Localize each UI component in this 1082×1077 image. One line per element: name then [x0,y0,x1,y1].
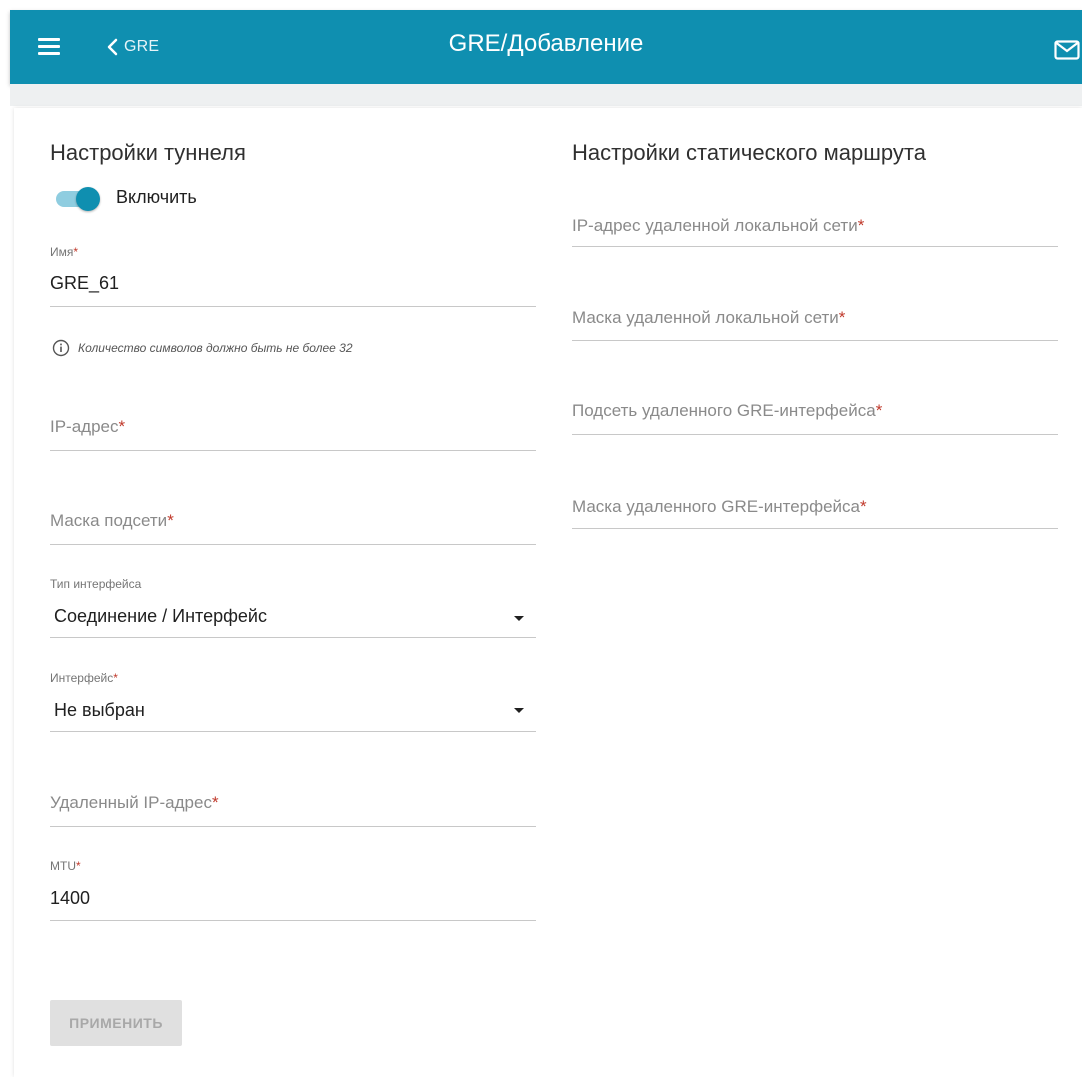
top-bar: GRE GRE/Добавление [10,10,1082,84]
mtu-value: 1400 [50,888,91,908]
interface-type-value: Соединение / Интерфейс [54,606,267,626]
remote-lan-mask-placeholder: Маска удаленной локальной сети* [572,308,846,327]
name-field[interactable]: Имя* GRE_61 [50,242,536,307]
remote-gre-subnet-field[interactable]: Подсеть удаленного GRE-интерфейса* [572,384,1058,435]
ip-address-field[interactable]: IP-адрес* [50,400,536,451]
interface-type-select[interactable]: Тип интерфейса Соединение / Интерфейс [50,574,536,638]
mail-icon[interactable] [1054,40,1080,60]
toggle-knob [76,187,100,211]
dropdown-caret-icon [514,616,524,621]
name-field-value: GRE_61 [50,273,120,293]
page-title: GRE/Добавление [448,30,644,57]
mtu-field[interactable]: MTU* 1400 [50,856,536,921]
apply-button[interactable]: ПРИМЕНИТЬ [50,1000,182,1046]
subnet-mask-placeholder: Маска подсети* [50,511,174,530]
info-icon [52,339,70,357]
remote-lan-ip-field[interactable]: IP-адрес удаленной локальной сети* [572,196,1058,247]
interface-type-label: Тип интерфейса [50,577,142,591]
remote-gre-subnet-placeholder: Подсеть удаленного GRE-интерфейса* [572,401,883,420]
remote-gre-mask-placeholder: Маска удаленного GRE-интерфейса* [572,497,867,516]
header-spacer [10,84,1082,106]
remote-lan-mask-field[interactable]: Маска удаленной локальной сети* [572,290,1058,341]
enable-label: Включить [116,187,197,207]
name-field-label: Имя* [50,245,79,259]
mtu-label: MTU* [50,859,81,873]
subnet-mask-field[interactable]: Маска подсети* [50,494,536,545]
name-hint-text: Количество символов должно быть не более… [78,341,353,355]
ip-address-placeholder: IP-адрес* [50,417,126,436]
interface-select[interactable]: Интерфейс* Не выбран [50,668,536,732]
enable-toggle[interactable] [52,185,100,211]
tunnel-section-title: Настройки туннеля [50,140,246,165]
remote-gre-mask-field[interactable]: Маска удаленного GRE-интерфейса* [572,478,1058,529]
remote-ip-field[interactable]: Удаленный IP-адрес* [50,776,536,827]
interface-value: Не выбран [54,700,145,720]
apply-button-label: ПРИМЕНИТЬ [69,1015,163,1031]
remote-ip-placeholder: Удаленный IP-адрес* [50,793,219,812]
interface-label: Интерфейс* [50,671,118,685]
name-hint: Количество символов должно быть не более… [52,338,353,358]
app-frame: GRE GRE/Добавление Настройки туннеля Вкл… [0,0,1082,1077]
remote-lan-ip-placeholder: IP-адрес удаленной локальной сети* [572,216,865,235]
dropdown-caret-icon [514,708,524,713]
static-route-section-title: Настройки статического маршрута [572,140,926,165]
